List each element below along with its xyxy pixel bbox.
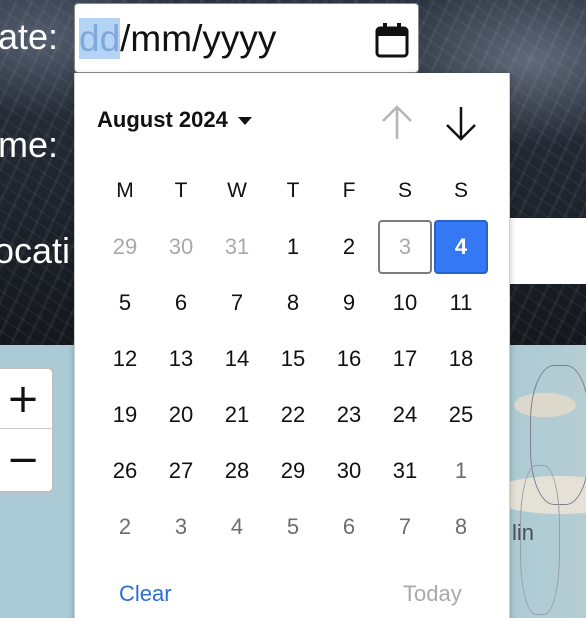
today-button[interactable]: Today (403, 581, 462, 607)
calendar-day[interactable]: 8 (433, 499, 489, 555)
calendar-day[interactable]: 17 (377, 331, 433, 387)
month-year-dropdown[interactable]: August 2024 (97, 107, 252, 133)
date-picker-popup: August 2024 M T W T F S S 29 30 31 1 2 3 4 5 6 7 8 9 10 11 12… (74, 73, 510, 618)
weekday-header: M (116, 179, 134, 202)
time-label: me: (0, 124, 59, 165)
calendar-day[interactable]: 1 (265, 219, 321, 275)
weekday-header: S (397, 179, 412, 202)
focused-day: 3 (378, 220, 432, 274)
weekday-header: F (342, 179, 356, 202)
weekday-header: T (286, 179, 300, 202)
calendar-day[interactable]: 7 (377, 499, 433, 555)
calendar-day[interactable]: 2 (97, 499, 153, 555)
calendar-day[interactable]: 28 (209, 443, 265, 499)
calendar-day[interactable]: 19 (97, 387, 153, 443)
calendar-day[interactable]: 6 (153, 275, 209, 331)
clear-button[interactable]: Clear (119, 581, 172, 607)
calendar-day[interactable]: 27 (153, 443, 209, 499)
calendar-day[interactable]: 5 (265, 499, 321, 555)
month-year-segments[interactable]: /mm/yyyy (120, 18, 276, 59)
day-segment[interactable]: dd (79, 18, 121, 59)
calendar-day[interactable]: 30 (321, 443, 377, 499)
calendar-day[interactable]: 15 (265, 331, 321, 387)
calendar-day[interactable]: 31 (377, 443, 433, 499)
calendar-day[interactable]: 1 (433, 443, 489, 499)
calendar-day[interactable]: 29 (97, 219, 153, 275)
month-year-label: August 2024 (97, 107, 228, 132)
selected-day: 4 (434, 220, 488, 274)
calendar-day[interactable]: 6 (321, 499, 377, 555)
calendar-day[interactable]: 5 (97, 275, 153, 331)
location-label: ocati (0, 230, 71, 271)
weekday-header: S (453, 179, 468, 202)
calendar-day[interactable]: 30 (153, 219, 209, 275)
calendar-day[interactable]: 13 (153, 331, 209, 387)
calendar-day[interactable]: 3 (153, 499, 209, 555)
arrow-down-icon[interactable] (443, 103, 479, 143)
calendar-day[interactable]: 2 (321, 219, 377, 275)
calendar-day[interactable]: 14 (209, 331, 265, 387)
calendar-day[interactable]: 24 (377, 387, 433, 443)
calendar-day[interactable]: 20 (153, 387, 209, 443)
arrow-up-icon[interactable] (379, 103, 415, 143)
calendar-day[interactable]: 16 (321, 331, 377, 387)
calendar-day[interactable]: 12 (97, 331, 153, 387)
calendar-day[interactable]: 10 (377, 275, 433, 331)
calendar-day[interactable]: 31 (209, 219, 265, 275)
calendar-day[interactable]: 22 (265, 387, 321, 443)
zoom-in-button[interactable]: + (0, 369, 52, 429)
calendar-day[interactable]: 18 (433, 331, 489, 387)
date-input-value: dd/mm/yyyy (79, 18, 276, 60)
calendar-day[interactable]: 8 (265, 275, 321, 331)
calendar-day[interactable]: 11 (433, 275, 489, 331)
map-zoom-control: + − (0, 367, 54, 493)
calendar-icon[interactable] (375, 22, 409, 58)
calendar-day[interactable]: 4 (209, 499, 265, 555)
date-input[interactable]: dd/mm/yyyy (74, 3, 419, 73)
caret-down-icon (237, 117, 252, 125)
calendar-day[interactable]: 29 (265, 443, 321, 499)
calendar-day[interactable]: 7 (209, 275, 265, 331)
calendar-day[interactable]: 23 (321, 387, 377, 443)
date-label: ate: (0, 16, 59, 57)
calendar-day-selected[interactable]: 4 (433, 219, 489, 275)
weekday-header: W (227, 179, 247, 202)
calendar-day[interactable]: 25 (433, 387, 489, 443)
map-place-label: lin (512, 520, 535, 545)
calendar-day[interactable]: 21 (209, 387, 265, 443)
location-input[interactable] (505, 218, 586, 284)
calendar-day[interactable]: 9 (321, 275, 377, 331)
calendar-day[interactable]: 26 (97, 443, 153, 499)
calendar-day[interactable]: 3 (377, 219, 433, 275)
weekday-header: T (174, 179, 188, 202)
zoom-out-button[interactable]: − (0, 430, 52, 490)
